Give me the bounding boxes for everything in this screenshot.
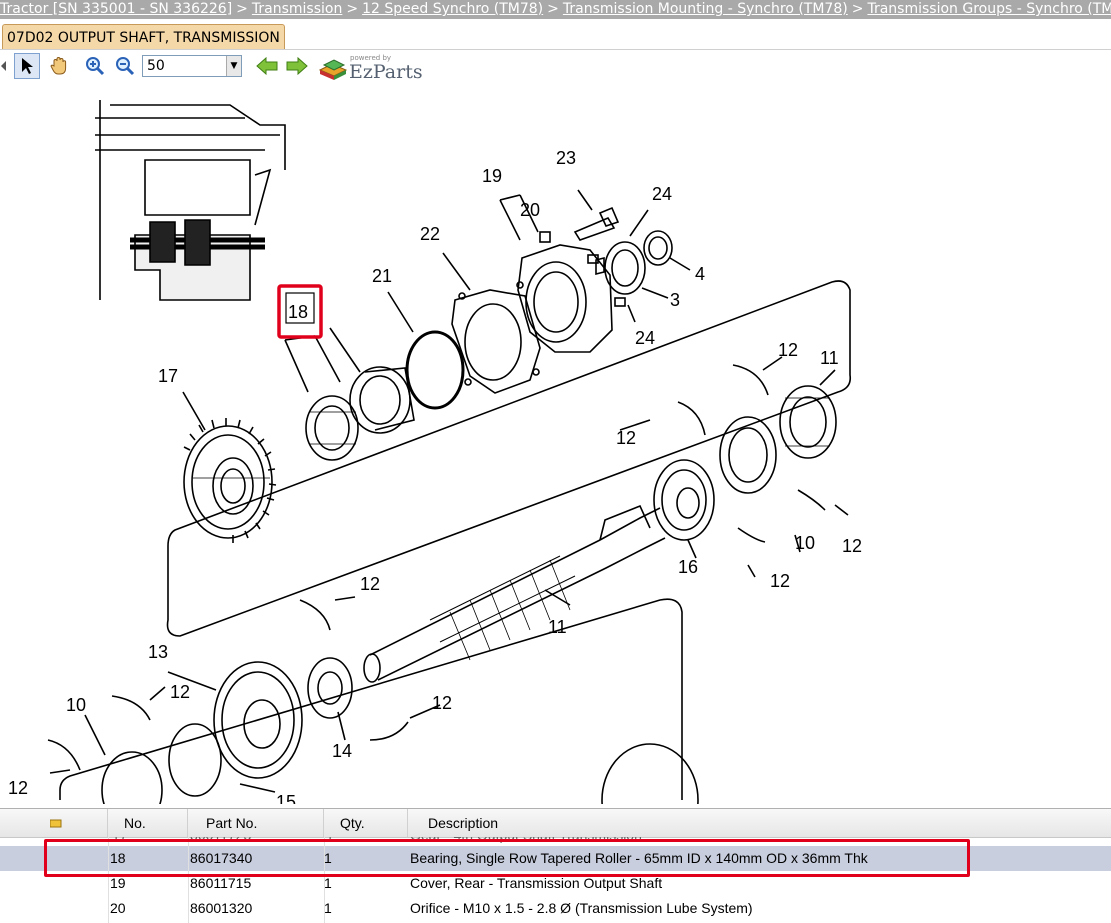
callout-3[interactable]: 3: [670, 290, 680, 310]
callout-17[interactable]: 17: [158, 366, 178, 386]
column-header-description[interactable]: Description: [408, 809, 1111, 837]
callout-19[interactable]: 19: [482, 166, 502, 186]
breadcrumb-link-transmission-groups[interactable]: Transmission Groups - Synchro (TM78): [867, 1, 1111, 17]
part-11-output-shaft: [363, 504, 666, 683]
cell-qty: 1: [324, 900, 332, 916]
zoom-out-button[interactable]: [112, 53, 138, 79]
scroll-left-icon[interactable]: [0, 53, 8, 79]
callout-23[interactable]: 23: [556, 148, 576, 168]
arrow-left-icon: [256, 57, 278, 75]
hand-icon: [50, 56, 67, 75]
tab-output-shaft[interactable]: 07D02 OUTPUT SHAFT, TRANSMISSION: [2, 24, 285, 49]
cell-description: Orifice - M10 x 1.5 - 2.8 Ø (Transmissio…: [410, 900, 753, 916]
part-17-gear: [183, 418, 277, 543]
arrow-cursor-icon: [22, 58, 33, 74]
cell-part-no: 86001320: [190, 900, 253, 916]
table-row[interactable]: 20 86001320 1 Orifice - M10 x 1.5 - 2.8 …: [0, 896, 1111, 921]
zoom-level-select[interactable]: 50 ▼: [142, 55, 242, 77]
callout-10[interactable]: 10: [66, 695, 86, 715]
breadcrumb: Tractor [SN 335001 - SN 336226] > Transmis…: [0, 0, 1111, 19]
callout-12[interactable]: 12: [170, 682, 190, 702]
zoom-level-value: 50: [147, 58, 165, 74]
breadcrumb-link-12-speed-synchro[interactable]: 12 Speed Synchro (TM78): [362, 1, 543, 17]
table-header: No. Part No. Qty. Description: [0, 809, 1111, 838]
column-header-no[interactable]: No.: [108, 809, 188, 837]
part-10-lower-synchro-ring: [101, 751, 163, 804]
callout-13[interactable]: 13: [148, 642, 168, 662]
diagram-toolbar: 50 ▼ powered by EzParts: [0, 50, 430, 84]
breadcrumb-separator: >: [851, 1, 864, 17]
column-header-part-no[interactable]: Part No.: [188, 809, 324, 837]
cell-no: 20: [110, 900, 126, 916]
chevron-down-icon[interactable]: ▼: [226, 56, 241, 76]
callout-24[interactable]: 24: [652, 184, 672, 204]
breadcrumb-link-transmission-mounting[interactable]: Transmission Mounting - Synchro (TM78): [563, 1, 848, 17]
callout-12[interactable]: 12: [432, 693, 452, 713]
callout-14[interactable]: 14: [332, 741, 352, 761]
select-tool-button[interactable]: [14, 53, 40, 79]
breadcrumb-separator: >: [346, 1, 359, 17]
zoom-in-icon: [86, 57, 105, 76]
part-18-bearing: [284, 327, 415, 461]
part-11-lower-bearing: [168, 723, 222, 797]
part-23-bolt: [573, 216, 616, 241]
column-header-qty[interactable]: Qty.: [324, 809, 408, 837]
cart-icon: [49, 819, 62, 828]
callout-12[interactable]: 12: [842, 536, 862, 556]
arrow-right-icon: [286, 57, 308, 75]
callout-10[interactable]: 10: [795, 533, 815, 553]
callout-24[interactable]: 24: [635, 328, 655, 348]
part-10-synchro-ring: [719, 416, 777, 494]
callout-16[interactable]: 16: [678, 557, 698, 577]
selected-row-highlight: [44, 839, 970, 877]
part-21-oring: [405, 330, 465, 410]
pan-tool-button[interactable]: [46, 53, 72, 79]
zoom-in-button[interactable]: [82, 53, 108, 79]
logo-text: EzParts: [349, 61, 423, 83]
transmission-locator-thumbnail: [95, 100, 286, 301]
callout-12[interactable]: 12: [360, 574, 380, 594]
callout-4[interactable]: 4: [695, 264, 705, 284]
zoom-out-icon: [116, 57, 135, 76]
part-3-seal: [604, 241, 646, 295]
breadcrumb-separator: >: [547, 1, 559, 17]
ezparts-logo: powered by EzParts: [318, 54, 428, 83]
callout-11[interactable]: 11: [820, 348, 839, 368]
exploded-parts-diagram[interactable]: 18 21 22 19 20 23 24 4 3 24 17 12 11 12 …: [0, 86, 1111, 804]
part-16-gear: [653, 459, 715, 541]
part-14-washer: [307, 657, 353, 719]
breadcrumb-link-tractor[interactable]: Tractor [SN 335001 - SN 336226]: [0, 1, 232, 17]
diagram-canvas: 18 21 22 19 20 23 24 4 3 24 17 12 11 12 …: [8, 100, 862, 804]
callout-18[interactable]: 18: [288, 302, 308, 322]
forward-button[interactable]: [284, 53, 310, 79]
callout-12[interactable]: 12: [8, 778, 28, 798]
back-button[interactable]: [254, 53, 280, 79]
callout-22[interactable]: 22: [420, 224, 440, 244]
part-4-sleeve: [643, 230, 673, 266]
callout-11[interactable]: 11: [548, 617, 567, 637]
books-icon: [318, 59, 348, 80]
cart-column-header[interactable]: [0, 809, 108, 837]
callout-12[interactable]: 12: [770, 571, 790, 591]
callout-15[interactable]: 15: [276, 792, 296, 804]
part-11-bearing: [779, 385, 837, 459]
callout-12[interactable]: 12: [778, 340, 798, 360]
breadcrumb-separator: >: [236, 1, 248, 17]
part-20-orifice: [539, 231, 551, 243]
callout-12[interactable]: 12: [616, 428, 636, 448]
callout-20[interactable]: 20: [520, 200, 540, 220]
breadcrumb-link-transmission[interactable]: Transmission: [252, 1, 342, 17]
callout-21[interactable]: 21: [372, 266, 392, 286]
